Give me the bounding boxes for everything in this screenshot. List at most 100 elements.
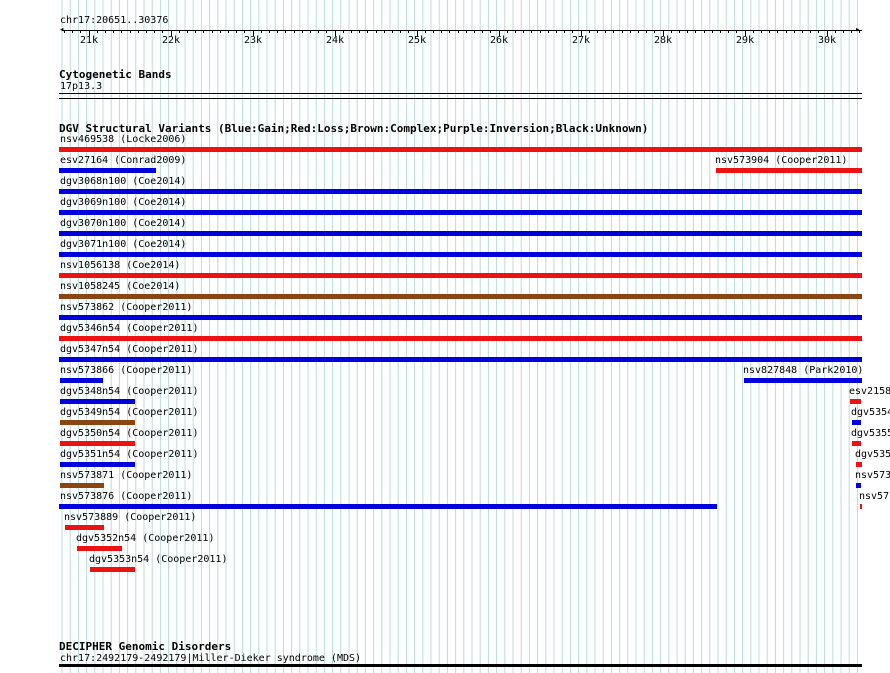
ruler-minor-tick (810, 30, 811, 33)
dgv-feature-bar[interactable] (59, 231, 862, 236)
ruler-minor-tick (638, 30, 639, 33)
dgv-feature-label[interactable]: dgv5349n54 (Cooper2011) (60, 407, 198, 419)
dgv-feature-bar[interactable] (60, 420, 135, 425)
dgv-feature-label[interactable]: dgv535 (855, 449, 890, 461)
dgv-feature-label[interactable]: nsv573866 (Cooper2011) (60, 365, 192, 377)
dgv-feature-bar[interactable] (90, 567, 135, 572)
dgv-feature-bar[interactable] (852, 420, 861, 425)
dgv-feature-bar[interactable] (59, 168, 156, 173)
dgv-feature-label[interactable]: dgv5351n54 (Cooper2011) (60, 449, 198, 461)
dgv-feature-label[interactable]: dgv5348n54 (Cooper2011) (60, 386, 198, 398)
dgv-feature-bar[interactable] (59, 294, 862, 299)
ruler-minor-tick (269, 30, 270, 33)
ruler-minor-tick (89, 30, 90, 33)
ruler-tick-label: 23k (243, 35, 263, 46)
ruler-axis (62, 30, 862, 31)
dgv-feature-label[interactable]: dgv5355 (851, 428, 890, 440)
ruler-minor-tick (777, 30, 778, 33)
dgv-feature-bar[interactable] (850, 399, 861, 404)
dgv-feature-bar[interactable] (59, 504, 717, 509)
ruler-tick-label: 30k (817, 35, 837, 46)
dgv-feature-label[interactable]: dgv3071n100 (Coe2014) (60, 239, 186, 251)
ruler-minor-tick (605, 30, 606, 33)
dgv-feature-label[interactable]: dgv5350n54 (Cooper2011) (60, 428, 198, 440)
dgv-feature-label[interactable]: nsv573871 (Cooper2011) (60, 470, 192, 482)
cytoband-band[interactable] (59, 93, 862, 94)
dgv-feature-label[interactable]: nsv1056138 (Coe2014) (60, 260, 180, 272)
dgv-feature-label[interactable]: dgv5354 (851, 407, 890, 419)
dgv-feature-bar[interactable] (716, 168, 862, 173)
dgv-feature-label[interactable]: dgv5347n54 (Cooper2011) (60, 344, 198, 356)
ruler-minor-tick (458, 30, 459, 33)
dgv-feature-label[interactable]: nsv573889 (Cooper2011) (64, 512, 196, 524)
dgv-feature-label[interactable]: nsv573904 (Cooper2011) (715, 155, 847, 167)
dgv-feature-bar[interactable] (59, 315, 862, 320)
dgv-feature-bar[interactable] (860, 504, 862, 509)
dgv-feature-bar[interactable] (59, 210, 862, 215)
ruler-minor-tick (802, 30, 803, 33)
dgv-feature-label[interactable]: nsv469538 (Locke2006) (60, 134, 186, 146)
dgv-feature-bar[interactable] (60, 483, 104, 488)
ruler-minor-tick (261, 30, 262, 33)
dgv-feature-bar[interactable] (59, 252, 862, 257)
dgv-feature-label[interactable]: nsv573 (855, 470, 890, 482)
dgv-feature-label[interactable]: esv2158 (849, 386, 890, 398)
ruler-minor-tick (646, 30, 647, 33)
ruler-minor-tick (499, 30, 500, 33)
dgv-feature-bar[interactable] (60, 462, 135, 467)
dgv-feature-label[interactable]: nsv573862 (Cooper2011) (60, 302, 192, 314)
track-divider (59, 98, 862, 99)
dgv-feature-bar[interactable] (59, 273, 862, 278)
ruler-minor-tick (753, 30, 754, 33)
ruler-minor-tick (654, 30, 655, 33)
dgv-feature-bar[interactable] (59, 147, 862, 152)
ruler-minor-tick (466, 30, 467, 33)
ruler-tick-label: 26k (489, 35, 509, 46)
ruler-minor-tick (728, 30, 729, 33)
dgv-feature-label[interactable]: dgv3069n100 (Coe2014) (60, 197, 186, 209)
dgv-feature-label[interactable]: dgv3070n100 (Coe2014) (60, 218, 186, 230)
dgv-feature-bar[interactable] (60, 378, 103, 383)
ruler-minor-tick (113, 30, 114, 33)
ruler-minor-tick (302, 30, 303, 33)
ruler-minor-tick (253, 30, 254, 33)
dgv-feature-bar[interactable] (65, 525, 104, 530)
ruler-minor-tick (507, 30, 508, 33)
ruler-minor-tick (597, 30, 598, 33)
dgv-feature-label[interactable]: dgv5346n54 (Cooper2011) (60, 323, 198, 335)
ruler-minor-tick (138, 30, 139, 33)
decipher-feature-bar[interactable] (59, 664, 862, 667)
ruler-minor-tick (687, 30, 688, 33)
ruler-tick-label: 28k (653, 35, 673, 46)
decipher-track-title[interactable]: DECIPHER Genomic Disorders (59, 640, 231, 653)
dgv-feature-bar[interactable] (744, 378, 862, 383)
ruler-minor-tick (572, 30, 573, 33)
dgv-feature-label[interactable]: nsv1058245 (Coe2014) (60, 281, 180, 293)
dgv-feature-label[interactable]: esv27164 (Conrad2009) (60, 155, 186, 167)
dgv-feature-label[interactable]: nsv827848 (Park2010) (743, 365, 863, 377)
dgv-feature-label[interactable]: dgv5352n54 (Cooper2011) (76, 533, 214, 545)
cytoband-track-title[interactable]: Cytogenetic Bands (59, 68, 172, 81)
dgv-feature-bar[interactable] (852, 441, 861, 446)
dgv-feature-bar[interactable] (60, 399, 135, 404)
ruler-minor-tick (720, 30, 721, 33)
dgv-feature-bar[interactable] (856, 462, 862, 467)
ruler-minor-tick (130, 30, 131, 33)
dgv-feature-bar[interactable] (60, 441, 135, 446)
dgv-feature-bar[interactable] (856, 483, 861, 488)
dgv-feature-bar[interactable] (59, 336, 862, 341)
dgv-feature-label[interactable]: nsv57 (859, 491, 889, 503)
ruler-minor-tick (581, 30, 582, 33)
ruler-minor-tick (736, 30, 737, 33)
ruler-minor-tick (154, 30, 155, 33)
ruler-minor-tick (589, 30, 590, 33)
dgv-feature-label[interactable]: dgv3068n100 (Coe2014) (60, 176, 186, 188)
dgv-feature-bar[interactable] (77, 546, 122, 551)
ruler-minor-tick (310, 30, 311, 33)
ruler-tick-label: 24k (325, 35, 345, 46)
ruler-minor-tick (564, 30, 565, 33)
dgv-feature-bar[interactable] (59, 357, 862, 362)
dgv-feature-label[interactable]: nsv573876 (Cooper2011) (60, 491, 192, 503)
dgv-feature-label[interactable]: dgv5353n54 (Cooper2011) (89, 554, 227, 566)
dgv-feature-bar[interactable] (59, 189, 862, 194)
